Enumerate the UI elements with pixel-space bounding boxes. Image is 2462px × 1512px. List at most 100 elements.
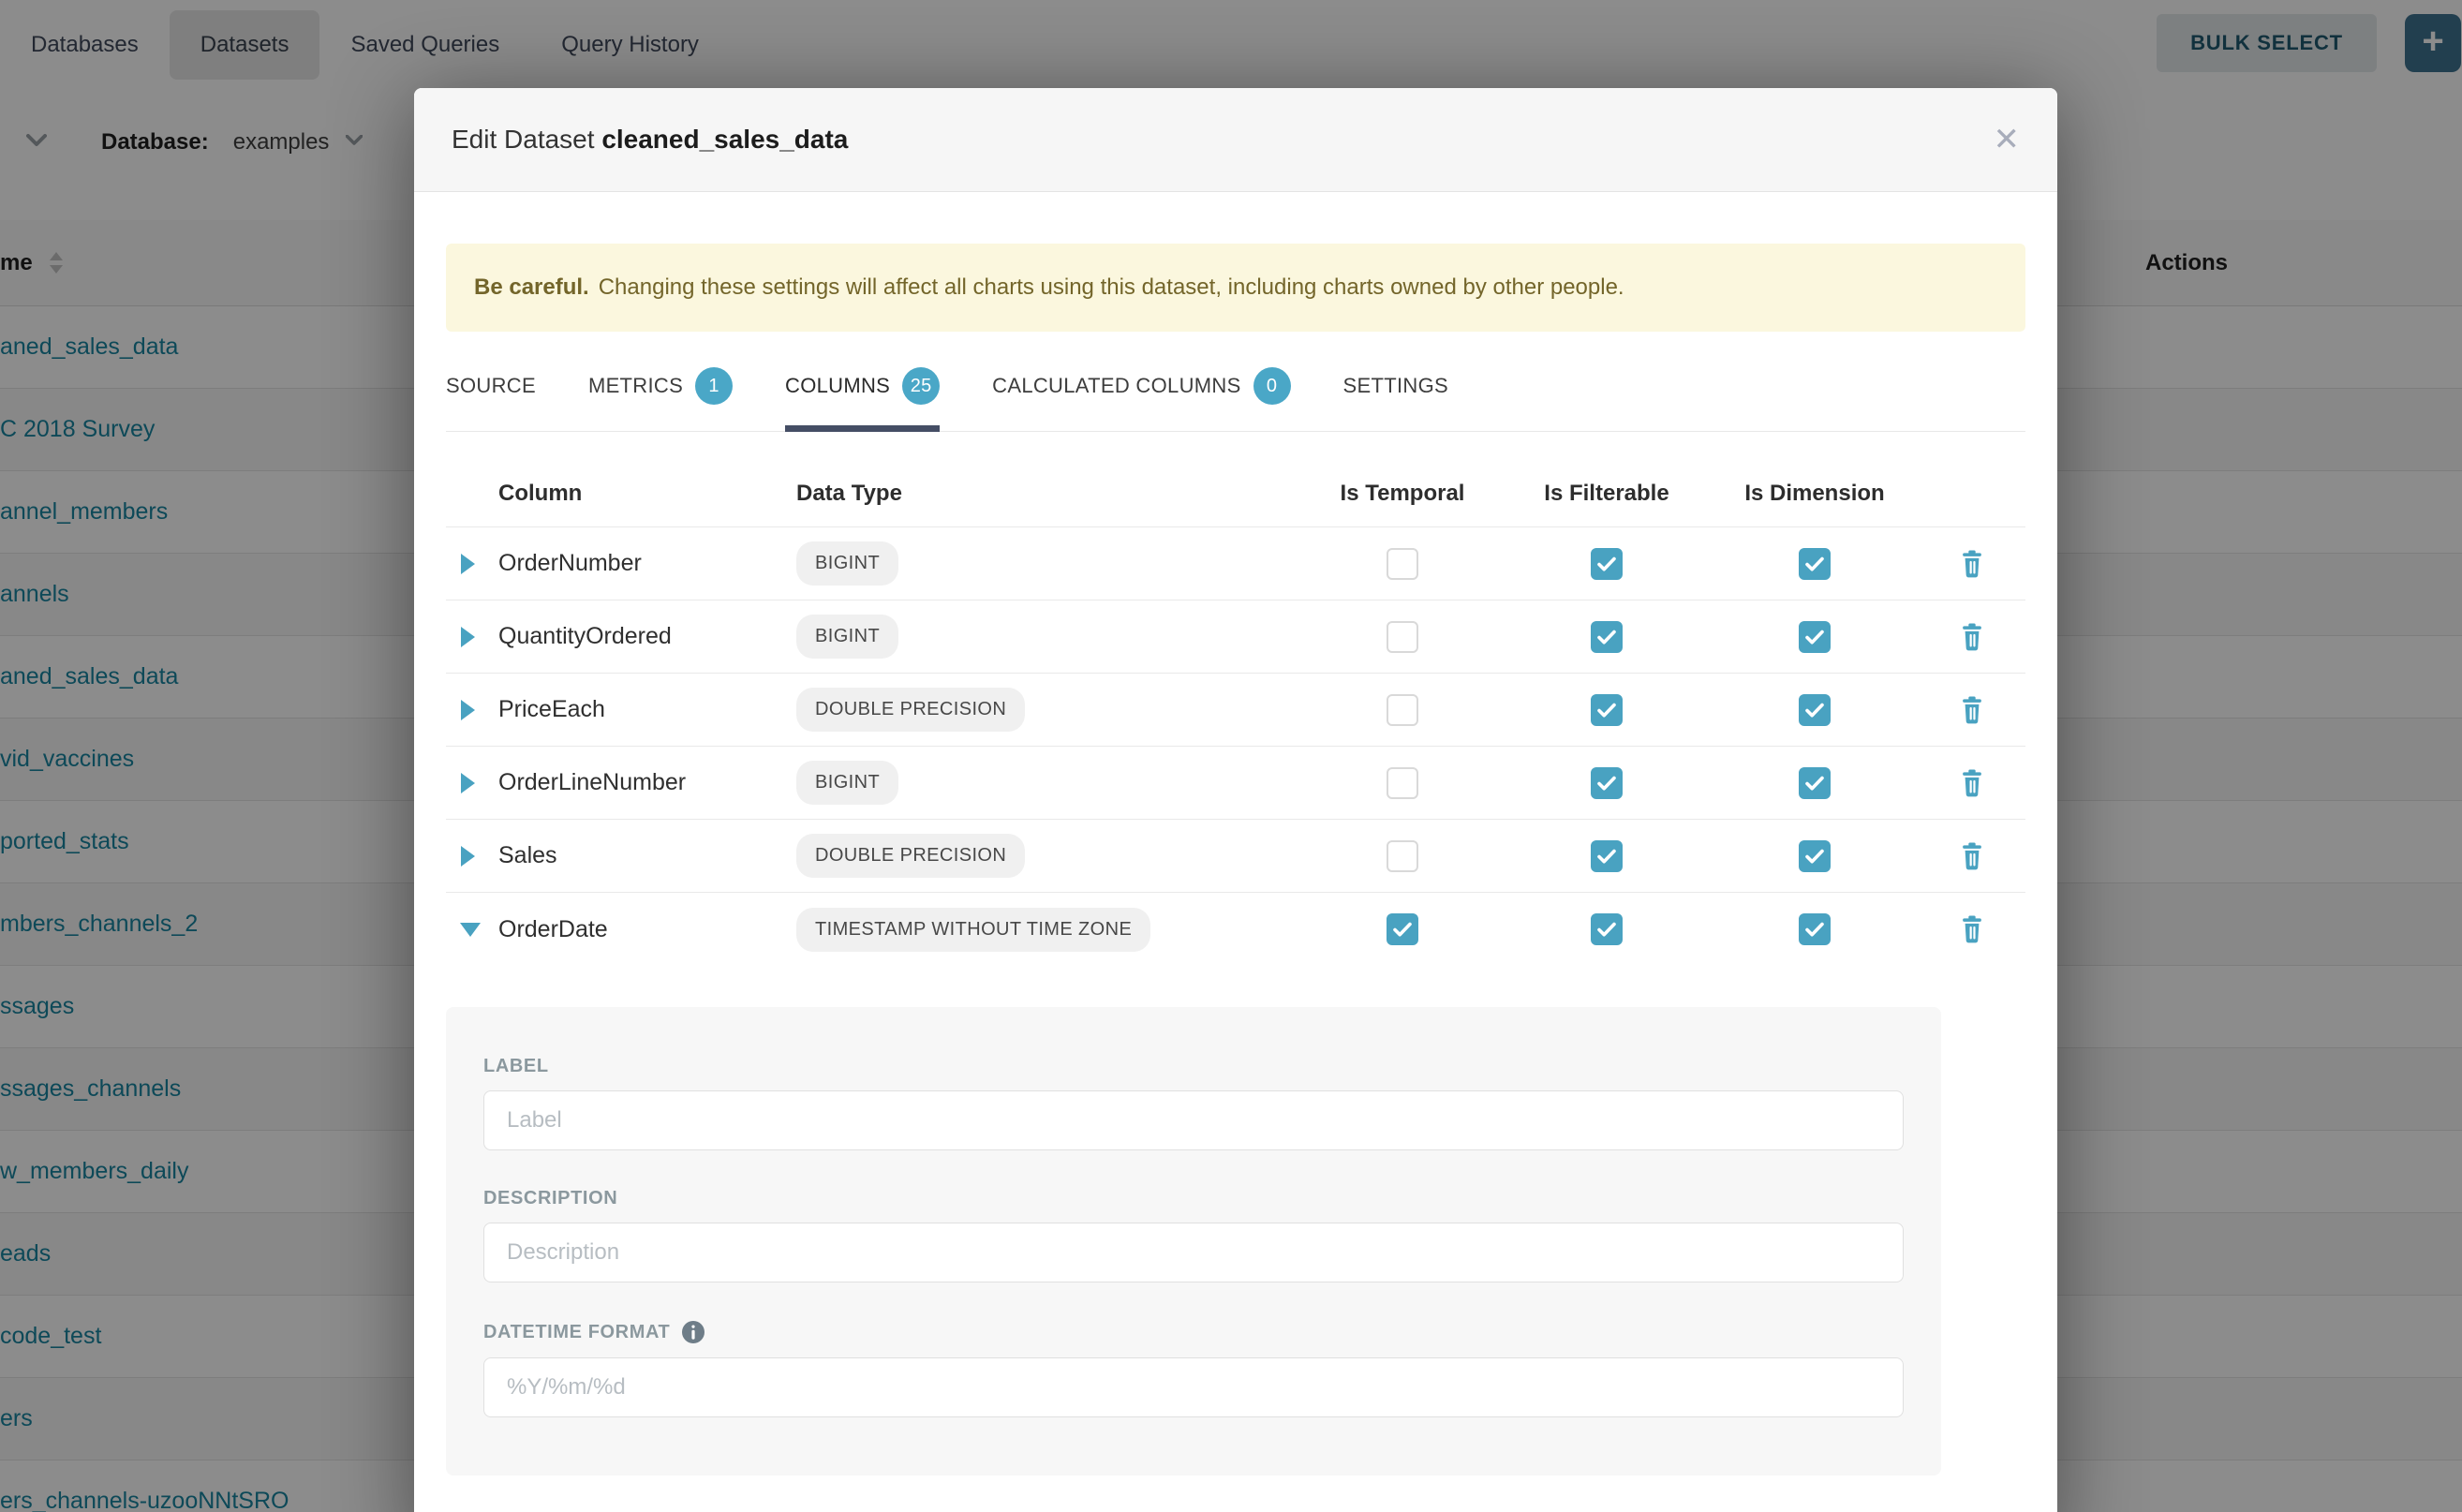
expand-caret-icon[interactable] — [446, 699, 476, 721]
is-dimension-cell — [1799, 548, 1831, 580]
column-header-is-filterable: Is Filterable — [1544, 481, 1669, 507]
is-filterable-checkbox[interactable] — [1591, 913, 1623, 945]
is-filterable-cell — [1591, 621, 1623, 653]
is-temporal-cell — [1387, 767, 1418, 799]
columns-table: ColumnData TypeIs TemporalIs FilterableI… — [446, 460, 2025, 966]
delete-column-icon[interactable] — [1958, 768, 1986, 798]
screen: DatabasesDatasetsSaved QueriesQuery Hist… — [0, 0, 2462, 1512]
is-dimension-cell — [1799, 913, 1831, 945]
is-temporal-checkbox[interactable] — [1387, 767, 1418, 799]
column-header-data-type: Data Type — [796, 481, 1302, 507]
is-dimension-checkbox[interactable] — [1799, 767, 1831, 799]
expand-caret-icon[interactable] — [446, 626, 476, 648]
modal-title: Edit Dataset cleaned_sales_data — [452, 125, 848, 155]
modal-body: Be careful. Changing these settings will… — [414, 244, 2057, 1475]
delete-column-icon[interactable] — [1958, 622, 1986, 652]
label-input[interactable] — [483, 1090, 1904, 1150]
delete-column-icon[interactable] — [1958, 549, 1986, 579]
description-field-label-text: DESCRIPTION — [483, 1188, 617, 1209]
tab-metrics[interactable]: METRICS 1 — [588, 367, 733, 431]
column-editor-panel: LABEL DESCRIPTION DATETIME FORMAT — [446, 1007, 1941, 1475]
column-row-sales: SalesDOUBLE PRECISION — [446, 820, 2025, 893]
expand-caret-icon[interactable] — [446, 772, 476, 794]
expand-caret-icon[interactable] — [446, 553, 476, 575]
is-temporal-cell — [1387, 694, 1418, 726]
data-type-cell: BIGINT — [796, 541, 1302, 586]
column-header-column: Column — [498, 481, 796, 507]
is-temporal-checkbox[interactable] — [1387, 840, 1418, 872]
delete-column-icon[interactable] — [1958, 695, 1986, 725]
column-name: OrderDate — [498, 916, 796, 943]
is-dimension-checkbox[interactable] — [1799, 913, 1831, 945]
is-filterable-checkbox[interactable] — [1591, 694, 1623, 726]
is-filterable-cell — [1591, 694, 1623, 726]
tab-label: CALCULATED COLUMNS — [992, 374, 1240, 398]
modal-tabs: SOURCE METRICS 1 COLUMNS25 CALCULATED COLUMN… — [446, 354, 2025, 432]
column-row-orderlinenumber: OrderLineNumberBIGINT — [446, 747, 2025, 820]
label-field-label-text: LABEL — [483, 1056, 549, 1077]
data-type-pill: BIGINT — [796, 541, 898, 586]
data-type-pill: TIMESTAMP WITHOUT TIME ZONE — [796, 908, 1150, 952]
is-dimension-checkbox[interactable] — [1799, 548, 1831, 580]
warning-banner-text: Changing these settings will affect all … — [599, 274, 1624, 301]
tab-count-badge: 25 — [902, 367, 940, 405]
is-dimension-cell — [1799, 840, 1831, 872]
is-temporal-checkbox[interactable] — [1387, 621, 1418, 653]
is-temporal-cell — [1387, 621, 1418, 653]
warning-banner: Be careful. Changing these settings will… — [446, 244, 2025, 332]
tab-count-badge: 1 — [695, 367, 733, 405]
is-temporal-cell — [1387, 913, 1418, 945]
close-icon[interactable]: ✕ — [1994, 124, 2021, 156]
is-temporal-cell — [1387, 548, 1418, 580]
data-type-pill: DOUBLE PRECISION — [796, 834, 1025, 878]
column-name: OrderLineNumber — [498, 769, 796, 796]
is-dimension-checkbox[interactable] — [1799, 621, 1831, 653]
column-row-priceeach: PriceEachDOUBLE PRECISION — [446, 674, 2025, 747]
delete-column-icon[interactable] — [1958, 914, 1986, 944]
is-filterable-checkbox[interactable] — [1591, 621, 1623, 653]
is-filterable-cell — [1591, 840, 1623, 872]
is-filterable-cell — [1591, 548, 1623, 580]
is-dimension-cell — [1799, 767, 1831, 799]
is-temporal-checkbox[interactable] — [1387, 913, 1418, 945]
modal-header: Edit Dataset cleaned_sales_data ✕ — [414, 88, 2057, 192]
delete-column-icon[interactable] — [1958, 841, 1986, 871]
tab-settings[interactable]: SETTINGS — [1343, 367, 1448, 431]
column-name: PriceEach — [498, 696, 796, 723]
columns-table-header: ColumnData TypeIs TemporalIs FilterableI… — [446, 460, 2025, 527]
is-filterable-checkbox[interactable] — [1591, 767, 1623, 799]
column-name: Sales — [498, 842, 796, 869]
tab-source[interactable]: SOURCE — [446, 367, 536, 431]
datetime-format-input[interactable] — [483, 1357, 1904, 1417]
edit-dataset-modal: Edit Dataset cleaned_sales_data ✕ Be car… — [414, 88, 2057, 1512]
is-filterable-cell — [1591, 767, 1623, 799]
warning-banner-bold: Be careful. — [474, 274, 589, 301]
is-temporal-cell — [1387, 840, 1418, 872]
datetime-format-field-label: DATETIME FORMAT — [483, 1320, 1904, 1344]
is-dimension-checkbox[interactable] — [1799, 694, 1831, 726]
tab-count-badge: 0 — [1253, 367, 1291, 405]
info-icon[interactable] — [681, 1320, 705, 1344]
label-field-label: LABEL — [483, 1056, 1904, 1077]
tab-label: METRICS — [588, 374, 683, 398]
collapse-caret-icon[interactable] — [446, 921, 482, 938]
expand-caret-icon[interactable] — [446, 845, 476, 867]
column-name: OrderNumber — [498, 550, 796, 577]
column-row-quantityordered: QuantityOrderedBIGINT — [446, 600, 2025, 674]
datetime-format-field-group: DATETIME FORMAT — [483, 1320, 1904, 1417]
data-type-cell: TIMESTAMP WITHOUT TIME ZONE — [796, 908, 1302, 952]
is-temporal-checkbox[interactable] — [1387, 694, 1418, 726]
tab-label: SOURCE — [446, 374, 536, 398]
data-type-cell: DOUBLE PRECISION — [796, 834, 1302, 878]
description-input[interactable] — [483, 1223, 1904, 1282]
is-temporal-checkbox[interactable] — [1387, 548, 1418, 580]
data-type-pill: BIGINT — [796, 615, 898, 659]
tab-calculated-columns[interactable]: CALCULATED COLUMNS 0 — [992, 367, 1290, 431]
columns-table-rows: OrderNumberBIGINTQuantityOrderedBIGINTPr… — [446, 527, 2025, 966]
description-field-group: DESCRIPTION — [483, 1188, 1904, 1282]
is-filterable-checkbox[interactable] — [1591, 548, 1623, 580]
is-dimension-checkbox[interactable] — [1799, 840, 1831, 872]
tab-columns[interactable]: COLUMNS25 — [785, 367, 940, 431]
data-type-cell: BIGINT — [796, 615, 1302, 659]
is-filterable-checkbox[interactable] — [1591, 840, 1623, 872]
